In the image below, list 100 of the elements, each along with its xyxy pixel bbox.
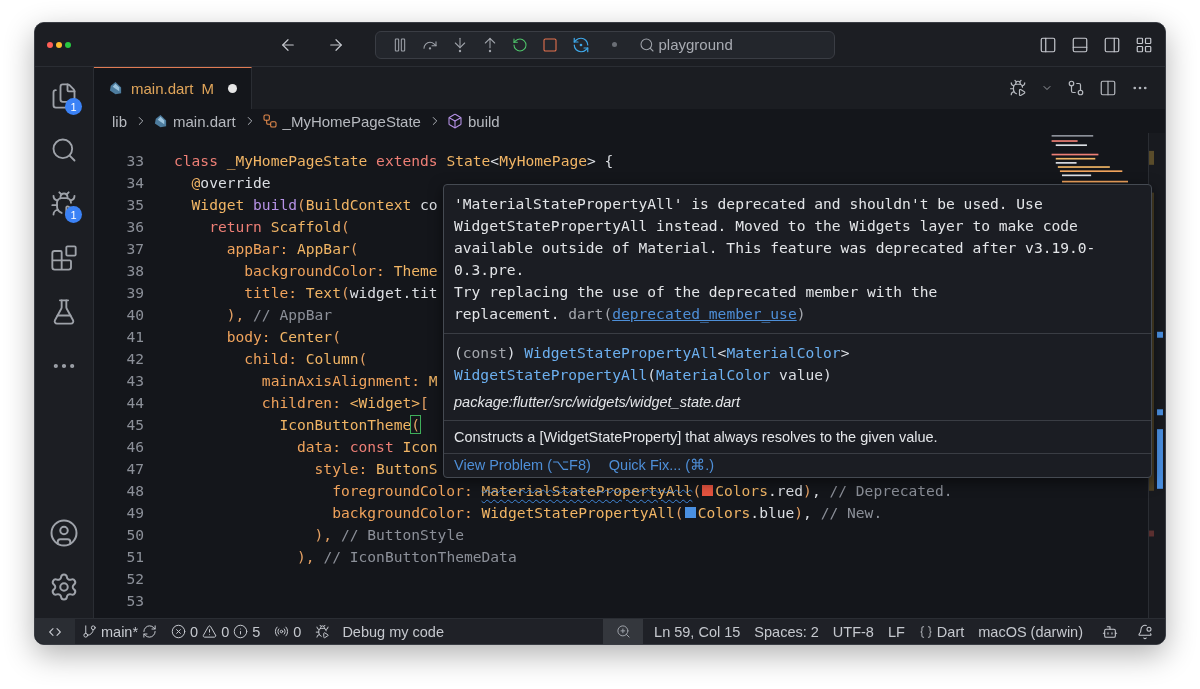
dart-file-icon <box>108 81 123 96</box>
panel-right-icon[interactable] <box>1103 35 1121 54</box>
signature-line: (const) WidgetStatePropertyAll<MaterialColor> <box>454 343 851 363</box>
tab-label: main.dart <box>131 80 194 97</box>
hover-action-link[interactable]: View Problem (⌥F8) <box>454 457 591 473</box>
files-icon[interactable] <box>50 82 78 110</box>
blocks-icon[interactable] <box>50 244 78 272</box>
breadcrumb-item[interactable]: main.dart <box>173 112 236 130</box>
info-icon[interactable] <box>233 624 249 639</box>
signature-line: WidgetStatePropertyAll(MaterialColor value) <box>454 365 833 385</box>
copilot-icon[interactable] <box>1102 623 1118 640</box>
hot-reload-icon[interactable] <box>571 35 590 54</box>
line-number: 34 <box>125 173 144 191</box>
package-path: package:flutter/src/widgets/widget_state.dart <box>454 394 742 410</box>
search-icon[interactable] <box>638 36 655 53</box>
line-number: 47 <box>125 459 144 477</box>
line-number: 45 <box>125 415 144 433</box>
line-number: 43 <box>125 371 144 389</box>
debug-config[interactable]: Debug my code <box>342 623 444 640</box>
line-number: 39 <box>125 283 144 301</box>
zoom-icon[interactable] <box>615 624 631 639</box>
line-number: 44 <box>125 393 144 411</box>
line-number: 53 <box>125 591 144 609</box>
code-text: backgroundColor: WidgetStatePropertyAll( <box>331 503 684 521</box>
panel-bottom-icon[interactable] <box>1071 35 1089 54</box>
account-icon[interactable] <box>49 518 79 548</box>
line-ending[interactable]: LF <box>887 623 905 640</box>
modified-status: M <box>201 80 215 97</box>
code-line: Widget build(BuildContext co <box>190 195 438 213</box>
line-number: 38 <box>125 261 144 279</box>
search-text[interactable]: playground <box>658 36 733 53</box>
platform[interactable]: macOS (darwin) <box>978 623 1083 640</box>
debug-icon[interactable] <box>315 624 331 639</box>
line-number: 36 <box>125 217 144 235</box>
ports-count[interactable]: 0 <box>293 623 302 640</box>
error-icon[interactable] <box>171 624 187 639</box>
breadcrumb-item[interactable]: _MyHomePageState <box>282 112 421 130</box>
line-number: 50 <box>125 525 144 543</box>
code-line: ), // ButtonStyle <box>313 525 464 543</box>
code-line: appBar: AppBar( <box>225 239 359 257</box>
stop-icon[interactable] <box>541 36 558 53</box>
code-text: Colors.red), // Deprecated. <box>715 481 953 499</box>
command-center[interactable]: playground <box>374 30 835 59</box>
line-number: 46 <box>125 437 144 455</box>
code-line: ), // AppBar <box>225 305 333 323</box>
editor-tab[interactable]: main.dart M <box>94 67 253 109</box>
line-number: 51 <box>125 547 144 565</box>
zoom-button[interactable] <box>603 619 644 644</box>
code-line: backgroundColor: Theme <box>243 261 438 279</box>
hover-action-link[interactable]: Quick Fix... (⌘.) <box>608 457 715 473</box>
run-debug-icon[interactable] <box>1009 79 1027 97</box>
dart-file-icon <box>153 113 168 129</box>
code-line: body: Center( <box>225 327 341 345</box>
count-badge: 1 <box>65 206 82 223</box>
compare-icon[interactable] <box>1067 79 1085 97</box>
breadcrumb-item[interactable]: build <box>467 112 500 130</box>
info-count[interactable]: 5 <box>252 623 261 640</box>
indentation[interactable]: Spaces: 2 <box>754 623 819 640</box>
cube-icon[interactable] <box>446 113 463 129</box>
line-number: 49 <box>125 503 144 521</box>
error-count[interactable]: 0 <box>190 623 199 640</box>
code-line: return Scaffold( <box>208 217 350 235</box>
color-swatch[interactable] <box>702 485 714 496</box>
encoding[interactable]: UTF-8 <box>832 623 874 640</box>
sync-icon[interactable] <box>142 624 158 639</box>
code-line: title: Text(widget.tit <box>243 283 438 301</box>
remote-button[interactable] <box>35 619 75 644</box>
warning-icon[interactable] <box>202 624 218 639</box>
doc-text: Constructs a [WidgetStateProperty] that always resolves to the given value. <box>454 429 939 445</box>
code-line: child: Column( <box>243 349 368 367</box>
settings-icon[interactable] <box>49 572 79 602</box>
language-mode[interactable]: Dart <box>936 623 965 640</box>
branch-icon[interactable] <box>82 624 97 639</box>
rule-link[interactable]: deprecated_member_use <box>612 305 797 322</box>
code-line: IconButtonTheme( <box>278 415 421 433</box>
line-number: 52 <box>125 569 144 587</box>
code-line: data: const Icon <box>296 437 438 455</box>
layout-icon[interactable] <box>1135 35 1153 54</box>
bell-icon[interactable] <box>1137 623 1153 640</box>
code-line: style: ButtonS <box>313 459 438 477</box>
warning-count[interactable]: 0 <box>221 623 230 640</box>
panel-left-icon[interactable] <box>1039 35 1057 54</box>
broadcast-icon[interactable] <box>274 624 290 639</box>
cursor-position[interactable]: Ln 59, Col 15 <box>654 623 741 640</box>
split-editor-icon[interactable] <box>1099 79 1117 97</box>
unsaved-dot <box>228 84 238 93</box>
line-number: 40 <box>125 305 144 323</box>
separator-dot <box>611 42 617 47</box>
search-icon[interactable] <box>50 136 78 164</box>
color-swatch[interactable] <box>684 507 696 518</box>
line-number: 41 <box>125 327 144 345</box>
branch-name[interactable]: main* <box>101 623 139 640</box>
code-text: Colors.blue), // New. <box>697 503 883 521</box>
braces-icon[interactable] <box>918 624 933 639</box>
line-number: 33 <box>125 151 144 169</box>
restart-icon[interactable] <box>511 36 528 53</box>
breadcrumb-item[interactable]: lib <box>112 112 127 130</box>
class-icon[interactable] <box>261 113 278 129</box>
bug-play-icon[interactable] <box>50 190 78 218</box>
code-line: class _MyHomePageState extends State<MyHomePage> { <box>174 151 614 169</box>
